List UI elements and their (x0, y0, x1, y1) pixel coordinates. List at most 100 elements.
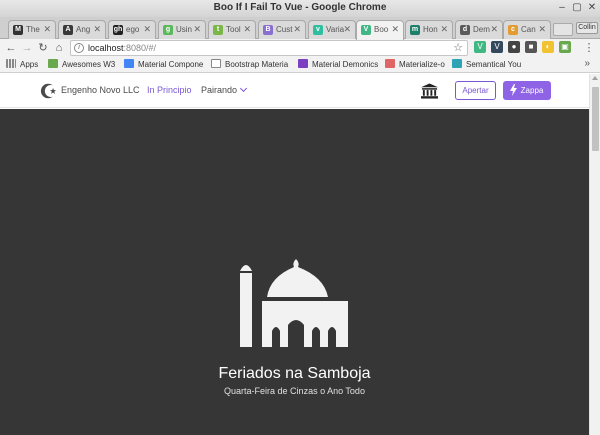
tab-close-icon[interactable]: ✕ (440, 24, 448, 35)
brand-name[interactable]: Engenho Novo LLC (61, 85, 140, 95)
tab-label: Ang (76, 25, 91, 34)
browser-tab[interactable]: g Usin ✕ (158, 20, 206, 39)
extension-icon[interactable]: ◐ (542, 41, 554, 53)
hero-title: Feriados na Samboja (218, 365, 371, 382)
zappa-button[interactable]: Zappa (503, 81, 551, 100)
tab-favicon-icon: gh (113, 25, 123, 35)
browser-tab[interactable]: m Hon ✕ (405, 20, 453, 39)
nav-link-in-principio[interactable]: In Principio (147, 85, 192, 95)
bookmarks-overflow-icon[interactable]: » (584, 58, 590, 69)
vue-icon: V (361, 25, 371, 35)
tab-label: Dem (473, 25, 490, 34)
tab-label: Cust (276, 25, 293, 34)
bookmarks-bar: Apps Awesomes W3 Material Compone Bootst… (0, 57, 600, 73)
reload-icon[interactable]: ↻ (36, 41, 50, 55)
bookmark-item[interactable]: Awesomes W3 (48, 59, 115, 71)
bookmark-favicon-icon (48, 59, 58, 68)
vue-extension-icon[interactable]: V (491, 41, 503, 53)
bank-icon[interactable] (421, 83, 438, 99)
browser-tab[interactable]: A Ang ✕ (58, 20, 106, 39)
browser-tab-active[interactable]: V Boo ✕ (356, 20, 404, 40)
bookmark-item[interactable]: Material Demonics (298, 59, 378, 71)
back-icon[interactable]: ← (4, 41, 18, 55)
bookmark-star-icon[interactable]: ☆ (453, 41, 463, 54)
bookmark-apps[interactable]: Apps (6, 59, 38, 71)
extension-icon[interactable]: ▣ (559, 41, 571, 53)
tab-favicon-icon: g (163, 25, 173, 35)
bookmark-item[interactable]: Bootstrap Materia (211, 59, 288, 71)
tab-favicon-icon: c (508, 25, 518, 35)
page-content: Engenho Novo LLC In Principio Pairando A… (0, 74, 589, 435)
site-info-icon[interactable]: i (74, 43, 84, 53)
close-icon[interactable]: ✕ (585, 1, 599, 15)
tab-close-icon[interactable]: ✕ (293, 24, 301, 35)
browser-tab[interactable]: t Tool ✕ (208, 20, 256, 39)
tab-label: Varia (326, 25, 344, 34)
tab-close-icon[interactable]: ✕ (538, 24, 546, 35)
scroll-up-arrow-icon[interactable] (592, 76, 598, 80)
tab-strip: M The ✕ A Ang ✕ gh ego ✕ g Usin ✕ t Tool… (0, 17, 600, 40)
home-icon[interactable]: ⌂ (52, 41, 66, 55)
browser-tab[interactable]: gh ego ✕ (108, 20, 156, 39)
crescent-star-icon[interactable] (40, 82, 58, 100)
scroll-thumb[interactable] (592, 87, 599, 151)
tab-close-icon[interactable]: ✕ (93, 24, 101, 35)
address-bar[interactable]: i localhost:8080/#/ ☆ (70, 40, 468, 56)
tab-label: Tool (226, 25, 241, 34)
tab-close-icon[interactable]: ✕ (343, 24, 351, 35)
mosque-icon (240, 259, 348, 347)
bookmark-favicon-icon (124, 59, 134, 68)
tab-favicon-icon: t (213, 25, 223, 35)
tab-favicon-icon: A (63, 25, 73, 35)
chevron-down-icon (239, 84, 248, 93)
tab-favicon-icon: m (410, 25, 420, 35)
tab-favicon-icon: d (460, 25, 470, 35)
browser-window: Boo If I Fail To Vue - Google Chrome – ▢… (0, 0, 600, 435)
browser-tab[interactable]: c Can ✕ (503, 20, 551, 39)
minimize-icon[interactable]: – (555, 1, 569, 15)
tab-close-icon[interactable]: ✕ (193, 24, 201, 35)
nav-dropdown-pairando[interactable]: Pairando (201, 84, 248, 95)
tab-close-icon[interactable]: ✕ (43, 24, 51, 35)
tab-label: Boo (374, 25, 389, 34)
extension-icon[interactable]: ■ (525, 41, 537, 53)
extension-icon[interactable]: ● (508, 41, 520, 53)
tab-label: Hon (423, 25, 438, 34)
tab-close-icon[interactable]: ✕ (243, 24, 251, 35)
tab-close-icon[interactable]: ✕ (143, 24, 151, 35)
bookmark-item[interactable]: Semantical You (452, 59, 521, 71)
tab-label: ego (126, 25, 140, 34)
browser-tab[interactable]: v Varia ✕ (308, 20, 356, 39)
hero-section: Feriados na Samboja Quarta-Feira de Cinz… (0, 109, 589, 435)
browser-tab[interactable]: M The ✕ (8, 20, 56, 39)
tab-favicon-icon: v (313, 25, 323, 35)
window-title: Boo If I Fail To Vue - Google Chrome (213, 2, 387, 13)
bookmark-item[interactable]: Materialize-o (385, 59, 445, 71)
address-url[interactable]: localhost:8080/#/ (88, 43, 156, 53)
apps-grid-icon (6, 59, 16, 68)
browser-tab[interactable]: d Dem ✕ (455, 20, 503, 39)
bookmark-favicon-icon (452, 59, 462, 68)
bookmark-item[interactable]: Material Compone (124, 59, 203, 71)
vue-devtools-icon[interactable]: V (474, 41, 486, 53)
maximize-icon[interactable]: ▢ (570, 1, 584, 15)
page-icon (211, 59, 221, 68)
forward-icon[interactable]: → (20, 41, 34, 55)
profile-button[interactable]: Collin (576, 22, 598, 34)
bookmark-favicon-icon (385, 59, 395, 68)
tab-label: Can (521, 25, 536, 34)
tab-favicon-icon: B (263, 25, 273, 35)
apertar-button[interactable]: Apertar (455, 81, 496, 100)
title-bar: Boo If I Fail To Vue - Google Chrome – ▢… (0, 0, 600, 17)
tab-favicon-icon: M (13, 25, 23, 35)
lightning-icon (510, 84, 517, 96)
bookmark-favicon-icon (298, 59, 308, 68)
tab-label: The (26, 25, 40, 34)
menu-dots-icon[interactable]: ⋮ (582, 41, 596, 55)
site-navbar: Engenho Novo LLC In Principio Pairando A… (0, 74, 589, 108)
browser-tab[interactable]: B Cust ✕ (258, 20, 306, 39)
new-tab-button[interactable] (553, 23, 573, 36)
page-scrollbar[interactable] (589, 74, 600, 435)
tab-close-icon[interactable]: ✕ (490, 24, 498, 35)
tab-close-icon[interactable]: ✕ (391, 24, 399, 35)
